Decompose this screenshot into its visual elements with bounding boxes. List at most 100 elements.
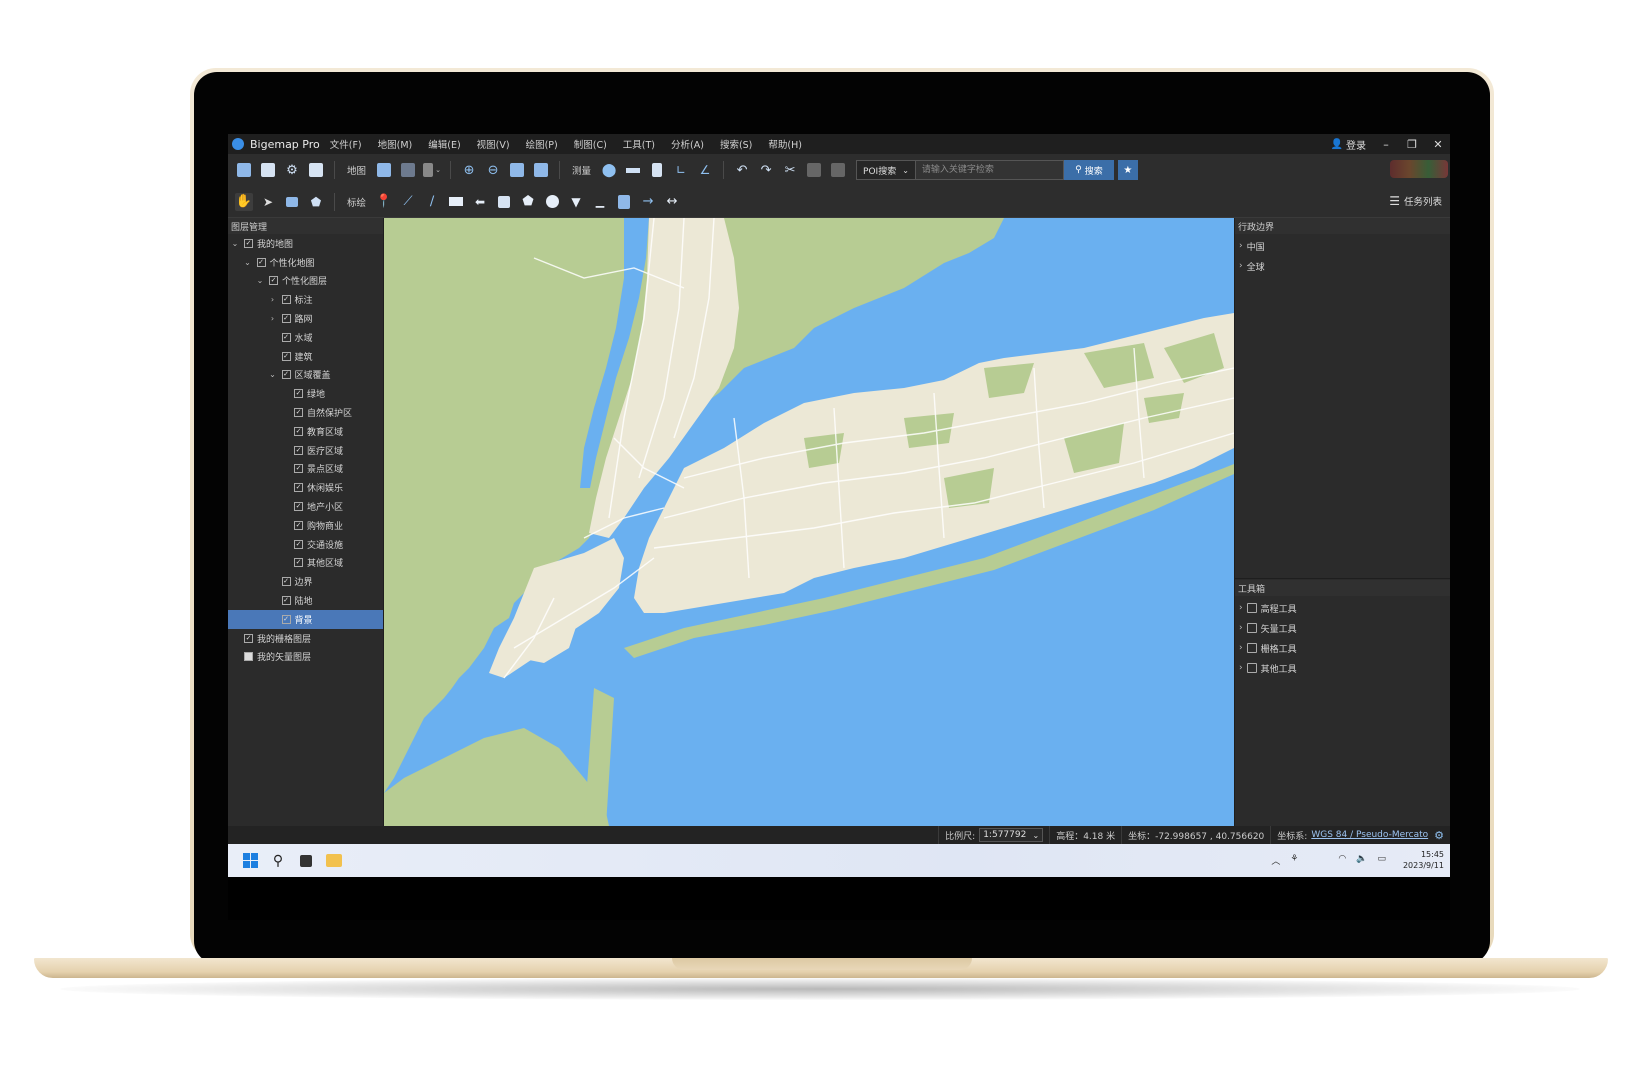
- scale-select[interactable]: 1:577792 ⌄: [979, 828, 1044, 842]
- layer-checkbox[interactable]: ✓: [281, 370, 291, 380]
- circle-icon[interactable]: [543, 193, 561, 211]
- double-arrow-icon[interactable]: ↔: [663, 193, 681, 211]
- zoom-in-icon[interactable]: ⊕: [460, 161, 478, 179]
- chevron-down-icon[interactable]: ⌄: [243, 258, 253, 267]
- minimize-button[interactable]: –: [1380, 138, 1392, 151]
- layer-checkbox[interactable]: ✓: [294, 483, 303, 493]
- settings-gear-icon[interactable]: ⚙: [283, 161, 301, 179]
- marker-icon[interactable]: 📍: [375, 193, 393, 211]
- layer-tree-item[interactable]: ✓ 水域: [228, 328, 383, 347]
- zoom-out-icon[interactable]: ⊖: [484, 161, 502, 179]
- layer-tree-item[interactable]: ⌄ ✓ 我的地图: [228, 234, 383, 253]
- image-map-icon[interactable]: [399, 161, 417, 179]
- layer-checkbox[interactable]: ✓: [281, 295, 291, 305]
- layer-tree-item[interactable]: › ✓ 路网: [228, 309, 383, 328]
- measure-azimuth-icon[interactable]: ∠: [696, 161, 714, 179]
- sector-icon[interactable]: ▼: [567, 193, 585, 211]
- box-select-icon[interactable]: [283, 193, 301, 211]
- chevron-right-icon[interactable]: ›: [268, 314, 278, 323]
- layer-checkbox[interactable]: ✓: [256, 257, 266, 267]
- menu-item[interactable]: 帮助(H): [768, 137, 802, 151]
- layer-tree-item[interactable]: ⌄ ✓ 区域覆盖: [228, 366, 383, 385]
- layer-tree-item[interactable]: ✓ 我的栅格图层: [228, 629, 383, 648]
- toolbox-item[interactable]: › 矢量工具: [1235, 618, 1450, 638]
- toolbox-item[interactable]: › 高程工具: [1235, 598, 1450, 618]
- volume-icon[interactable]: 🔈: [1356, 854, 1367, 867]
- layer-tree-item[interactable]: ✓ 地产小区: [228, 497, 383, 516]
- wifi-icon[interactable]: ◠: [1338, 854, 1346, 867]
- admin-boundary-item[interactable]: › 中国: [1235, 236, 1450, 256]
- layer-checkbox[interactable]: ✓: [294, 539, 303, 549]
- paste-icon[interactable]: [829, 161, 847, 179]
- layer-tree-item[interactable]: ✓ 购物商业: [228, 516, 383, 535]
- layer-tree-item[interactable]: ✓ 背景: [228, 609, 383, 629]
- login-button[interactable]: 👤 登录: [1331, 137, 1366, 152]
- pentagon-icon[interactable]: ⬟: [519, 193, 537, 211]
- menu-item[interactable]: 文件(F): [330, 137, 362, 151]
- polyline-icon[interactable]: ⟋: [399, 193, 417, 211]
- layer-checkbox[interactable]: ✓: [294, 426, 303, 436]
- layer-tree-item[interactable]: ✓ 交通设施: [228, 535, 383, 554]
- save-icon[interactable]: [259, 161, 277, 179]
- file-explorer-icon[interactable]: [324, 851, 344, 871]
- chevron-down-icon[interactable]: ⌄: [268, 370, 278, 379]
- chevron-down-icon[interactable]: ⌄: [255, 276, 265, 285]
- layer-tree-item[interactable]: ✓ 休闲娱乐: [228, 478, 383, 497]
- layer-checkbox[interactable]: ✓: [294, 520, 303, 530]
- layer-tree-item[interactable]: 我的矢量图层: [228, 648, 383, 667]
- layer-checkbox[interactable]: ✓: [294, 464, 303, 474]
- favorite-button[interactable]: ★: [1117, 160, 1138, 180]
- chevron-down-icon[interactable]: ⌄: [230, 239, 240, 248]
- layer-checkbox[interactable]: ✓: [294, 558, 303, 568]
- layer-checkbox[interactable]: ✓: [281, 351, 291, 361]
- layer-checkbox[interactable]: ✓: [281, 614, 291, 624]
- zoom-extent-icon[interactable]: [508, 161, 526, 179]
- layer-checkbox[interactable]: ✓: [294, 389, 303, 399]
- menu-item[interactable]: 视图(V): [477, 137, 510, 151]
- location-pin-icon[interactable]: ⬤: [600, 161, 618, 179]
- menu-item[interactable]: 编辑(E): [428, 137, 460, 151]
- arrow-right-icon[interactable]: →: [639, 193, 657, 211]
- toolbox-item[interactable]: › 其他工具: [1235, 658, 1450, 678]
- layer-tree-item[interactable]: ⌄ ✓ 个性化地图: [228, 253, 383, 272]
- layer-tree-item[interactable]: ⌄ ✓ 个性化图层: [228, 272, 383, 291]
- freehand-line-icon[interactable]: ∕: [423, 193, 441, 211]
- layer-tree-item[interactable]: ✓ 景点区域: [228, 460, 383, 479]
- layer-checkbox[interactable]: ✓: [281, 314, 291, 324]
- input-method-icon[interactable]: ⚘: [1290, 854, 1298, 867]
- restore-button[interactable]: ❐: [1406, 138, 1418, 151]
- toolbox-item[interactable]: › 栅格工具: [1235, 638, 1450, 658]
- pan-hand-icon[interactable]: ✋: [235, 192, 253, 211]
- search-input[interactable]: [915, 160, 1064, 180]
- crs-link[interactable]: WGS 84 / Pseudo-Mercato: [1311, 830, 1428, 840]
- chevron-right-icon[interactable]: ›: [268, 295, 278, 304]
- cut-icon[interactable]: ✂: [781, 161, 799, 179]
- layer-tree-item[interactable]: ✓ 边界: [228, 572, 383, 591]
- admin-boundary-item[interactable]: › 全球: [1235, 256, 1450, 276]
- select-arrow-icon[interactable]: ➤: [259, 193, 277, 211]
- polygon-select-icon[interactable]: ⬟: [307, 193, 325, 211]
- measure-area-icon[interactable]: [648, 161, 666, 179]
- layer-tree-item[interactable]: ✓ 教育区域: [228, 422, 383, 441]
- map-canvas[interactable]: [384, 218, 1234, 826]
- model-icon[interactable]: [615, 193, 633, 211]
- layer-checkbox[interactable]: [244, 652, 253, 662]
- export-icon[interactable]: [307, 161, 325, 179]
- undo-icon[interactable]: ↶: [733, 161, 751, 179]
- close-button[interactable]: ✕: [1432, 138, 1444, 151]
- measure-distance-icon[interactable]: [624, 161, 642, 179]
- menu-item[interactable]: 制图(C): [574, 137, 607, 151]
- layer-tree-item[interactable]: ✓ 绿地: [228, 384, 383, 403]
- settings-gear-icon[interactable]: ⚙: [1434, 829, 1444, 842]
- menu-item[interactable]: 分析(A): [671, 137, 704, 151]
- task-view-icon[interactable]: [296, 851, 316, 871]
- layer-checkbox[interactable]: ✓: [244, 238, 253, 248]
- layer-tree-item[interactable]: ✓ 自然保护区: [228, 403, 383, 422]
- layer-tree-item[interactable]: ✓ 其他区域: [228, 554, 383, 573]
- copy-icon[interactable]: [805, 161, 823, 179]
- chevron-up-icon[interactable]: ︿: [1271, 854, 1280, 867]
- poi-search-select[interactable]: POI搜索 ⌄: [856, 160, 916, 180]
- layer-checkbox[interactable]: ✓: [294, 445, 303, 455]
- menu-item[interactable]: 绘图(P): [526, 137, 558, 151]
- search-button[interactable]: ⚲ 搜索: [1063, 160, 1114, 180]
